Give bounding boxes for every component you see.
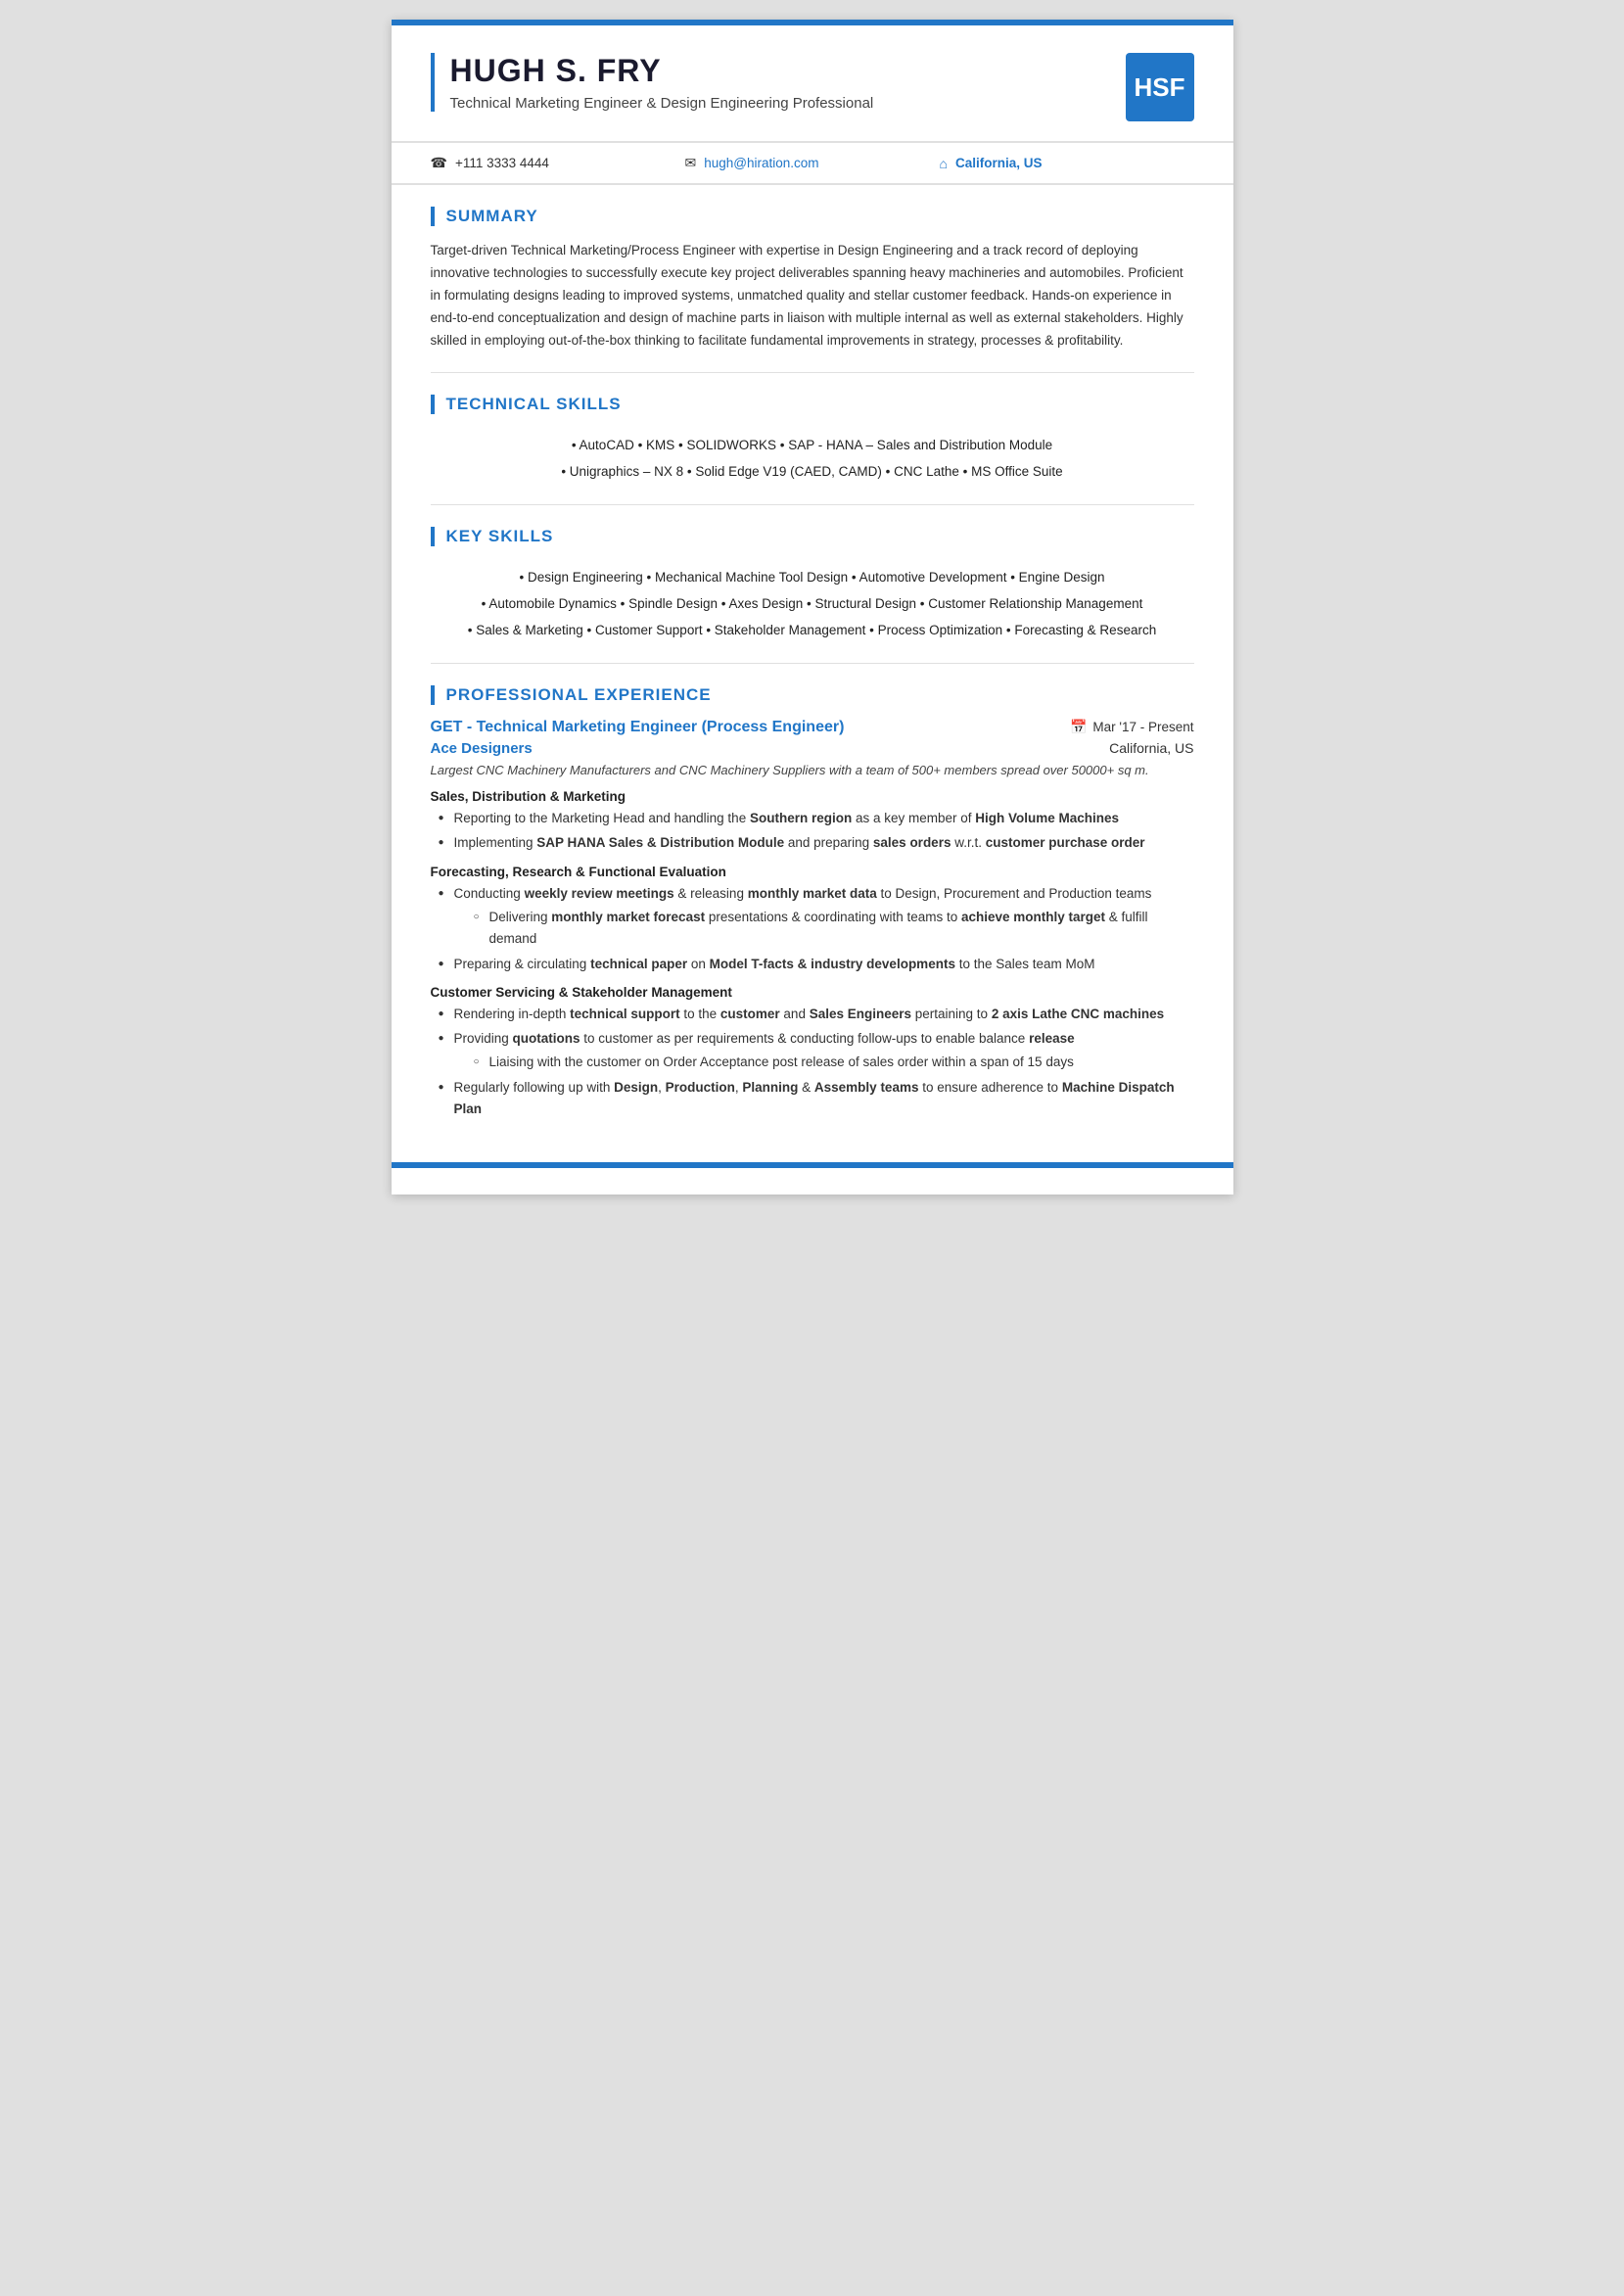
email-contact: ✉ hugh@hiration.com xyxy=(685,155,940,171)
subsection-forecasting-title: Forecasting, Research & Functional Evalu… xyxy=(431,865,1194,879)
key-skills-title: KEY SKILLS xyxy=(431,527,1194,546)
customer-bullet-1: Rendering in-depth technical support to … xyxy=(439,1004,1194,1025)
customer-bullet-3: Regularly following up with Design, Prod… xyxy=(439,1077,1194,1121)
key-skill-line-1: • Design Engineering • Mechanical Machin… xyxy=(431,564,1194,590)
summary-section: SUMMARY Target-driven Technical Marketin… xyxy=(392,185,1233,372)
job-title: GET - Technical Marketing Engineer (Proc… xyxy=(431,719,845,736)
summary-text: Target-driven Technical Marketing/Proces… xyxy=(431,240,1194,362)
email-address[interactable]: hugh@hiration.com xyxy=(704,156,818,170)
forecasting-bullet-list: Conducting weekly review meetings & rele… xyxy=(431,883,1194,975)
calendar-icon: 📅 xyxy=(1070,719,1087,735)
forecasting-bullet-1: Conducting weekly review meetings & rele… xyxy=(439,883,1194,951)
technical-skills-list: • AutoCAD • KMS • SOLIDWORKS • SAP - HAN… xyxy=(431,428,1194,494)
job-date: 📅 Mar '17 - Present xyxy=(1070,719,1194,735)
phone-number: +111 3333 4444 xyxy=(455,156,549,170)
subsection-forecasting: Forecasting, Research & Functional Evalu… xyxy=(431,865,1194,975)
key-skill-line-2: • Automobile Dynamics • Spindle Design •… xyxy=(431,590,1194,617)
technical-skills-title: TECHNICAL SKILLS xyxy=(431,395,1194,414)
customer-sub-list: Liaising with the customer on Order Acce… xyxy=(454,1052,1194,1073)
customer-bullet-2: Providing quotations to customer as per … xyxy=(439,1028,1194,1074)
candidate-name: HUGH S. FRY xyxy=(450,53,874,89)
technical-skill-line-1: • AutoCAD • KMS • SOLIDWORKS • SAP - HAN… xyxy=(431,432,1194,458)
job-location: California, US xyxy=(1109,740,1193,756)
key-skill-line-3: • Sales & Marketing • Customer Support •… xyxy=(431,617,1194,643)
subsection-customer-title: Customer Servicing & Stakeholder Managem… xyxy=(431,985,1194,1000)
email-icon: ✉ xyxy=(685,155,697,171)
subsection-sales-title: Sales, Distribution & Marketing xyxy=(431,789,1194,804)
header-left: HUGH S. FRY Technical Marketing Engineer… xyxy=(431,53,874,112)
experience-title: PROFESSIONAL EXPERIENCE xyxy=(431,685,1194,705)
header-section: HUGH S. FRY Technical Marketing Engineer… xyxy=(392,25,1233,143)
home-icon: ⌂ xyxy=(940,156,948,171)
customer-sub-bullet-1: Liaising with the customer on Order Acce… xyxy=(474,1052,1194,1073)
key-skills-section: KEY SKILLS • Design Engineering • Mechan… xyxy=(392,505,1233,663)
avatar: HSF xyxy=(1126,53,1194,121)
forecasting-sub-bullet-1: Delivering monthly market forecast prese… xyxy=(474,907,1194,951)
job-header: GET - Technical Marketing Engineer (Proc… xyxy=(431,719,1194,736)
professional-experience-section: PROFESSIONAL EXPERIENCE GET - Technical … xyxy=(392,664,1233,1133)
sales-bullet-list: Reporting to the Marketing Head and hand… xyxy=(431,808,1194,855)
subsection-sales: Sales, Distribution & Marketing Reportin… xyxy=(431,789,1194,855)
contact-bar: ☎ +111 3333 4444 ✉ hugh@hiration.com ⌂ C… xyxy=(392,143,1233,185)
key-skills-list: • Design Engineering • Mechanical Machin… xyxy=(431,560,1194,653)
phone-icon: ☎ xyxy=(431,155,447,171)
location-text: California, US xyxy=(955,156,1043,170)
forecasting-sub-list: Delivering monthly market forecast prese… xyxy=(454,907,1194,951)
job-entry-1: GET - Technical Marketing Engineer (Proc… xyxy=(431,719,1194,1120)
company-name: Ace Designers xyxy=(431,740,533,757)
bottom-bar xyxy=(392,1162,1233,1168)
summary-title: SUMMARY xyxy=(431,207,1194,226)
company-description: Largest CNC Machinery Manufacturers and … xyxy=(431,761,1194,780)
technical-skills-section: TECHNICAL SKILLS • AutoCAD • KMS • SOLID… xyxy=(392,373,1233,504)
company-row: Ace Designers California, US xyxy=(431,740,1194,757)
technical-skill-line-2: • Unigraphics – NX 8 • Solid Edge V19 (C… xyxy=(431,458,1194,485)
resume-container: HUGH S. FRY Technical Marketing Engineer… xyxy=(392,20,1233,1195)
customer-bullet-list: Rendering in-depth technical support to … xyxy=(431,1004,1194,1120)
sales-bullet-1: Reporting to the Marketing Head and hand… xyxy=(439,808,1194,829)
job-date-text: Mar '17 - Present xyxy=(1092,720,1193,734)
location-contact: ⌂ California, US xyxy=(940,156,1194,171)
candidate-title: Technical Marketing Engineer & Design En… xyxy=(450,95,874,112)
forecasting-bullet-2: Preparing & circulating technical paper … xyxy=(439,954,1194,975)
subsection-customer: Customer Servicing & Stakeholder Managem… xyxy=(431,985,1194,1120)
sales-bullet-2: Implementing SAP HANA Sales & Distributi… xyxy=(439,832,1194,854)
phone-contact: ☎ +111 3333 4444 xyxy=(431,155,685,171)
